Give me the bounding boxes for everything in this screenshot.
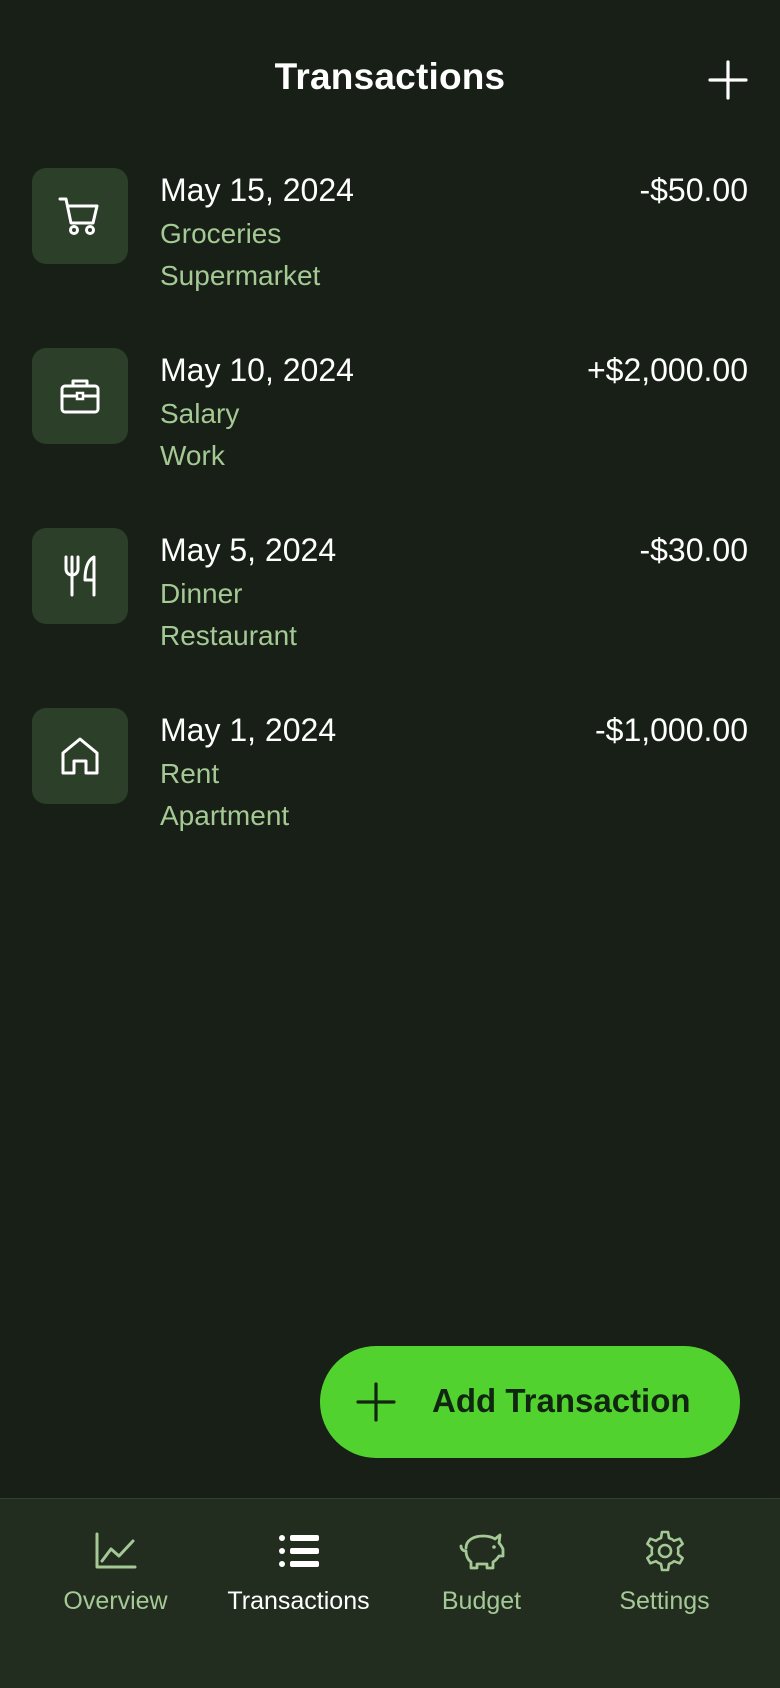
transaction-date: May 15, 2024 bbox=[160, 172, 354, 208]
transaction-category: Groceries bbox=[160, 218, 282, 249]
transaction-category: Salary bbox=[160, 398, 240, 429]
app-header: Transactions bbox=[0, 0, 780, 160]
transaction-date: May 1, 2024 bbox=[160, 712, 337, 748]
transaction-merchant: Apartment bbox=[160, 800, 290, 831]
nav-label-transactions: Transactions bbox=[227, 1587, 370, 1615]
nav-icon-wrap bbox=[24, 1529, 207, 1573]
nav-label-settings: Settings bbox=[619, 1587, 710, 1615]
nav-label-overview: Overview bbox=[63, 1587, 168, 1615]
transaction-merchant: Restaurant bbox=[160, 620, 297, 651]
add-transaction-button[interactable]: Add Transaction bbox=[320, 1346, 740, 1458]
gear-icon bbox=[645, 1530, 684, 1572]
transaction-date: May 10, 2024 bbox=[160, 352, 354, 388]
transaction-category: Dinner bbox=[160, 578, 243, 609]
transaction-amount: -$1,000.00 bbox=[594, 712, 748, 748]
nav-icon-wrap bbox=[573, 1529, 756, 1573]
chart-line-icon bbox=[95, 1532, 136, 1569]
nav-icon-wrap bbox=[207, 1529, 390, 1573]
nav-item-budget[interactable]: Budget bbox=[390, 1499, 573, 1639]
transactions-screen: Transactions May 15, 2024 Groceries Supe… bbox=[0, 0, 780, 1688]
transaction-icon-tile bbox=[32, 528, 128, 624]
home-icon bbox=[61, 737, 99, 775]
shopping-cart-icon bbox=[58, 197, 99, 235]
bottom-nav: Overview Transactions Budget Settings bbox=[0, 1498, 780, 1688]
nav-label-budget: Budget bbox=[441, 1587, 522, 1615]
transaction-merchant: Work bbox=[160, 440, 225, 471]
transaction-icon-tile bbox=[32, 168, 128, 264]
header-add-button[interactable] bbox=[706, 58, 750, 102]
transaction-item[interactable]: May 5, 2024 Dinner Restaurant -$30.00 bbox=[0, 528, 780, 708]
nav-item-overview[interactable]: Overview bbox=[24, 1499, 207, 1639]
transaction-category: Rent bbox=[160, 758, 220, 789]
transaction-list: May 15, 2024 Groceries Supermarket -$50.… bbox=[0, 168, 780, 888]
page-title: Transactions bbox=[274, 56, 506, 97]
transaction-amount: +$2,000.00 bbox=[586, 352, 748, 388]
add-transaction-label: Add Transaction bbox=[432, 1382, 691, 1419]
transaction-merchant: Supermarket bbox=[160, 260, 321, 291]
transaction-icon-tile bbox=[32, 708, 128, 804]
transaction-item[interactable]: May 10, 2024 Salary Work +$2,000.00 bbox=[0, 348, 780, 528]
transaction-date: May 5, 2024 bbox=[160, 532, 337, 568]
plus-icon bbox=[708, 60, 748, 100]
fork-knife-icon bbox=[64, 555, 96, 597]
transaction-item[interactable]: May 15, 2024 Groceries Supermarket -$50.… bbox=[0, 168, 780, 348]
plus-icon bbox=[356, 1382, 396, 1422]
briefcase-icon bbox=[60, 379, 100, 414]
nav-item-settings[interactable]: Settings bbox=[573, 1499, 756, 1639]
nav-item-transactions[interactable]: Transactions bbox=[207, 1499, 390, 1639]
list-icon bbox=[278, 1535, 319, 1567]
transaction-item[interactable]: May 1, 2024 Rent Apartment -$1,000.00 bbox=[0, 708, 780, 888]
piggy-bank-icon bbox=[459, 1533, 504, 1570]
transaction-amount: -$50.00 bbox=[639, 172, 748, 208]
transaction-icon-tile bbox=[32, 348, 128, 444]
nav-icon-wrap bbox=[390, 1529, 573, 1573]
transaction-amount: -$30.00 bbox=[639, 532, 748, 568]
